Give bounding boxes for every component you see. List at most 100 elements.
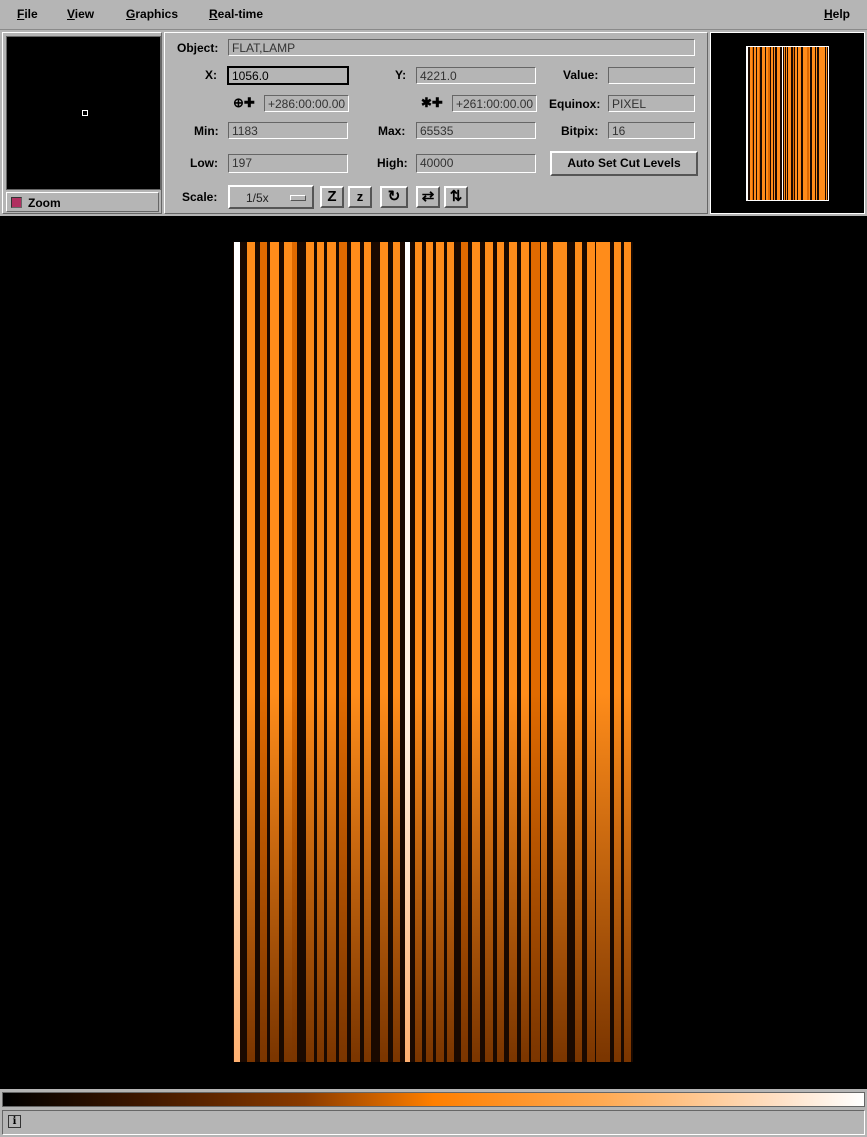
x-label: X:	[205, 68, 217, 82]
low-field[interactable]: 197	[228, 154, 348, 173]
image-info-panel: Object: FLAT,LAMP X: 1056.0 Y: 4221.0 Va…	[164, 32, 708, 214]
object-field[interactable]: FLAT,LAMP	[228, 39, 695, 56]
y-field[interactable]: 4221.0	[416, 67, 536, 84]
fiber-trace	[531, 242, 540, 1062]
pan-fiber-trace	[786, 47, 787, 200]
rotate-icon: ↻	[387, 188, 401, 205]
pan-fiber-trace	[782, 47, 783, 200]
image-display-area[interactable]	[0, 216, 867, 1089]
menu-realtime[interactable]: Real-time	[209, 7, 263, 21]
pan-fiber-trace	[771, 47, 773, 200]
pan-fiber-trace	[764, 47, 765, 200]
fiber-trace	[284, 242, 292, 1062]
flip-x-icon: ⇄	[421, 188, 435, 205]
zoom-toggle[interactable]: Zoom	[6, 192, 159, 212]
flip-x-button[interactable]: ⇄	[416, 186, 440, 208]
zoom-panel: Zoom	[2, 32, 162, 214]
fiber-trace	[587, 242, 595, 1062]
fiber-trace	[393, 242, 400, 1062]
pan-fiber-trace	[795, 47, 797, 200]
menu-file-label: ile	[24, 7, 38, 21]
ra-coordinate-icon: ⊕✚	[233, 95, 255, 110]
object-label: Object:	[177, 41, 219, 55]
menu-file[interactable]: File	[17, 7, 38, 21]
flat-lamp-image	[233, 242, 633, 1062]
min-field[interactable]: 1183	[228, 122, 348, 139]
menu-graphics-label: raphics	[135, 7, 179, 21]
fiber-trace	[624, 242, 631, 1062]
fiber-trace	[351, 242, 360, 1062]
pan-fiber-trace	[752, 47, 753, 200]
pan-fiber-trace	[826, 47, 827, 200]
equinox-label: Equinox:	[549, 97, 601, 111]
fiber-trace	[306, 242, 314, 1062]
zoom-label: Zoom	[28, 196, 61, 210]
option-menu-indicator-icon	[290, 195, 306, 201]
fiber-trace	[614, 242, 621, 1062]
zoom-out-button[interactable]: z	[348, 186, 372, 208]
zoom-cursor-marker	[82, 110, 88, 116]
fiber-trace	[405, 242, 410, 1062]
menu-realtime-mnemonic: R	[209, 7, 218, 21]
pan-fiber-trace	[812, 47, 815, 200]
info-icon: i	[8, 1115, 21, 1128]
pan-fiber-trace	[747, 47, 748, 200]
menu-help-label: elp	[832, 7, 851, 21]
x-field[interactable]: 1056.0	[227, 66, 349, 85]
min-label: Min:	[194, 124, 219, 138]
zoom-out-icon: z	[356, 189, 364, 204]
pan-fiber-trace	[784, 47, 785, 200]
menu-view[interactable]: View	[67, 7, 94, 21]
fiber-trace	[509, 242, 517, 1062]
scale-option-menu[interactable]: 1/5x	[228, 185, 314, 209]
menu-help-mnemonic: H	[824, 7, 833, 21]
fiber-trace	[415, 242, 422, 1062]
pan-fiber-trace	[800, 47, 801, 200]
fiber-trace	[485, 242, 493, 1062]
menu-help[interactable]: Help	[824, 7, 850, 21]
pan-fiber-trace	[824, 47, 825, 200]
pan-fiber-trace	[774, 47, 775, 200]
dec-field[interactable]: +261:00:00.00	[452, 95, 537, 112]
zoom-checkbox[interactable]	[11, 197, 22, 208]
fiber-trace	[270, 242, 279, 1062]
pan-image-thumbnail[interactable]	[746, 46, 829, 201]
colorbar[interactable]	[2, 1092, 865, 1107]
max-field[interactable]: 65535	[416, 122, 536, 139]
auto-set-cut-levels-button[interactable]: Auto Set Cut Levels	[550, 151, 698, 176]
menu-graphics[interactable]: Graphics	[126, 7, 178, 21]
fiber-trace	[292, 242, 297, 1062]
zoom-in-button[interactable]: Z	[320, 186, 344, 208]
zoom-view[interactable]	[6, 36, 161, 190]
fiber-trace	[234, 242, 240, 1062]
fiber-trace	[260, 242, 267, 1062]
dec-coordinate-icon: ✱✚	[421, 95, 443, 110]
scale-value: 1/5x	[246, 191, 269, 205]
zoom-in-icon: Z	[327, 188, 337, 205]
fiber-trace	[447, 242, 454, 1062]
high-label: High:	[377, 156, 408, 170]
fiber-trace	[436, 242, 444, 1062]
pan-fiber-trace	[779, 47, 780, 200]
fiber-trace	[364, 242, 371, 1062]
status-bar: i	[2, 1110, 865, 1135]
flip-y-button[interactable]: ⇅	[444, 186, 468, 208]
fiber-trace	[575, 242, 582, 1062]
menu-bar: File View Graphics Real-time Help	[0, 0, 867, 30]
value-field[interactable]	[608, 67, 695, 84]
bitpix-field[interactable]: 16	[608, 122, 695, 139]
fiber-trace	[553, 242, 567, 1062]
fiber-trace	[380, 242, 388, 1062]
fiber-trace	[521, 242, 529, 1062]
fiber-trace	[541, 242, 547, 1062]
menu-realtime-label: eal-time	[217, 7, 264, 21]
fiber-trace	[247, 242, 255, 1062]
pan-fiber-trace	[793, 47, 794, 200]
high-field[interactable]: 40000	[416, 154, 536, 173]
equinox-field[interactable]: PIXEL	[608, 95, 695, 112]
pan-panel	[710, 32, 865, 214]
ra-field[interactable]: +286:00:00.00	[264, 95, 349, 112]
rotate-button[interactable]: ↻	[380, 186, 408, 208]
bitpix-label: Bitpix:	[561, 124, 599, 138]
y-label: Y:	[395, 68, 407, 82]
